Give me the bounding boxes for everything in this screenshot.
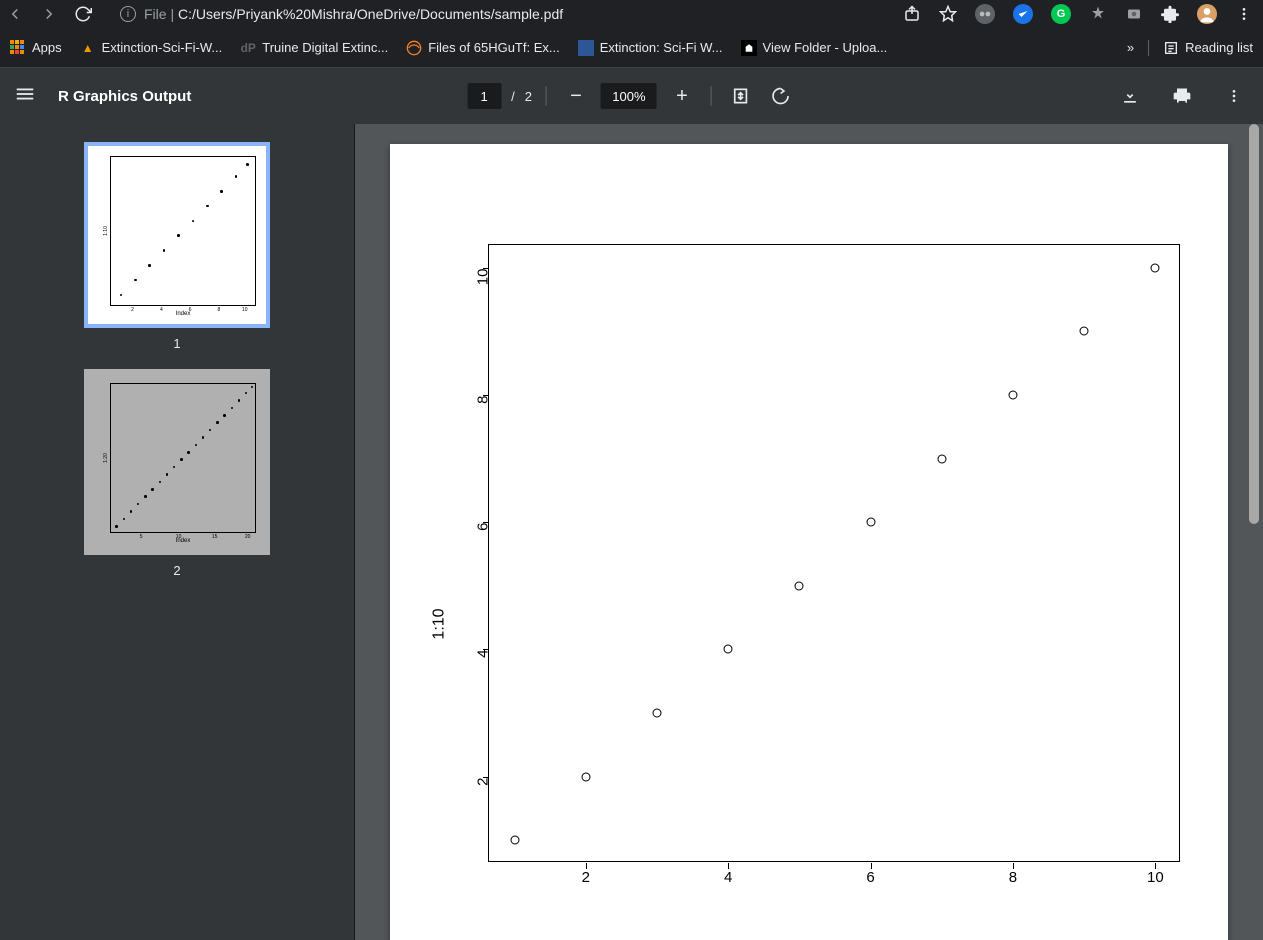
apps-shortcut[interactable]: Apps [10, 40, 62, 56]
back-button[interactable] [6, 5, 24, 23]
data-point [724, 645, 733, 654]
thumbnail-image: 1:10 Index 2 4 6 8 10 [84, 142, 270, 328]
bookmark-item[interactable]: Extinction: Sci-Fi W... [578, 40, 723, 56]
bookmark-item[interactable]: Files of 65HGuTf: Ex... [406, 40, 560, 56]
chart: 1:10 246810246810 [450, 244, 1190, 940]
separator [711, 86, 712, 106]
favicon-icon: ▲ [80, 40, 96, 56]
scrollbar-thumb[interactable] [1249, 124, 1259, 524]
bookmark-label: Files of 65HGuTf: Ex... [428, 40, 560, 55]
separator [546, 86, 547, 106]
data-point [581, 772, 590, 781]
zoom-level-input[interactable]: 100% [601, 83, 657, 109]
url-text: File | C:/Users/Priyank%20Mishra/OneDriv… [144, 6, 563, 22]
download-button[interactable] [1115, 81, 1145, 111]
thumbnail-label: 1 [173, 336, 180, 351]
y-tick-label: 10 [475, 268, 492, 292]
thumbnail-label: 2 [173, 563, 180, 578]
data-point [866, 518, 875, 527]
y-tick-label: 8 [475, 396, 492, 420]
x-tick-label: 10 [1147, 869, 1164, 886]
apps-label: Apps [32, 40, 62, 55]
data-point [795, 581, 804, 590]
bookmark-item[interactable]: dP Truine Digital Extinc... [240, 40, 388, 56]
thumbnail-image: 1:20 Index [84, 369, 270, 555]
browser-toolbar: i File | C:/Users/Priyank%20Mishra/OneDr… [0, 0, 1263, 28]
chart-y-label: 1:10 [431, 608, 449, 639]
document-viewport[interactable]: 1:10 246810246810 [355, 124, 1263, 940]
data-point [1151, 263, 1160, 272]
chrome-menu-icon[interactable] [1235, 5, 1253, 23]
bookmark-label: View Folder - Uploa... [763, 40, 888, 55]
toolbar-right [1115, 81, 1249, 111]
toolbar-right-icons: G [903, 4, 1257, 24]
reading-list-icon [1163, 40, 1179, 56]
main-area: 1:10 Index 2 4 6 8 10 [0, 124, 1263, 940]
x-tick-label: 2 [582, 869, 590, 886]
favicon-icon [578, 40, 594, 56]
extension-icon-2[interactable] [1013, 4, 1033, 24]
pdf-toolbar: R Graphics Output 1 / 2 − 100% + [0, 68, 1263, 124]
extension-icon-1[interactable] [975, 4, 995, 24]
bookmarks-overflow-icon[interactable]: » [1127, 40, 1134, 55]
extension-icon-4[interactable] [1089, 5, 1107, 23]
document-title: R Graphics Output [58, 88, 191, 105]
bookmarks-bar: Apps ▲ Extinction-Sci-Fi-W... dP Truine … [0, 28, 1263, 68]
data-point [1008, 391, 1017, 400]
x-tick-label: 8 [1009, 869, 1017, 886]
vertical-scrollbar[interactable] [1247, 124, 1261, 940]
sidebar-toggle-icon[interactable] [14, 83, 36, 110]
zoom-out-button[interactable]: − [561, 81, 591, 111]
x-tick-label: 4 [724, 869, 732, 886]
bookmark-label: Extinction: Sci-Fi W... [600, 40, 723, 55]
reload-button[interactable] [74, 5, 92, 23]
site-info-icon[interactable]: i [120, 6, 136, 22]
reading-list-label: Reading list [1185, 40, 1253, 55]
data-point [510, 836, 519, 845]
thumbnail-page-2[interactable]: 1:20 Index [84, 369, 270, 578]
bookmark-star-icon[interactable] [939, 5, 957, 23]
thumbnail-panel: 1:10 Index 2 4 6 8 10 [0, 124, 355, 940]
profile-avatar-icon[interactable] [1197, 4, 1217, 24]
page-total: 2 [525, 89, 532, 104]
forward-button[interactable] [40, 5, 58, 23]
plot-area: 246810246810 [488, 244, 1180, 862]
extension-icon-5[interactable] [1125, 5, 1143, 23]
toolbar-center: 1 / 2 − 100% + [467, 81, 796, 111]
data-point [1080, 327, 1089, 336]
share-icon[interactable] [903, 5, 921, 23]
y-tick-label: 4 [475, 650, 492, 674]
apps-icon [10, 40, 26, 56]
extension-icon-3[interactable]: G [1051, 4, 1071, 24]
bookmark-item[interactable]: View Folder - Uploa... [741, 40, 888, 56]
page-number-input[interactable]: 1 [467, 83, 501, 109]
bookmark-label: Truine Digital Extinc... [262, 40, 388, 55]
more-menu-button[interactable] [1219, 81, 1249, 111]
print-button[interactable] [1167, 81, 1197, 111]
favicon-icon: dP [240, 40, 256, 56]
reading-list-button[interactable]: Reading list [1148, 40, 1253, 56]
pdf-page-1: 1:10 246810246810 [390, 144, 1228, 940]
favicon-icon [741, 40, 757, 56]
rotate-button[interactable] [766, 81, 796, 111]
thumbnail-page-1[interactable]: 1:10 Index 2 4 6 8 10 [84, 142, 270, 351]
page-separator: / [511, 89, 515, 104]
x-tick-label: 6 [866, 869, 874, 886]
bookmark-item[interactable]: ▲ Extinction-Sci-Fi-W... [80, 40, 223, 56]
address-bar[interactable]: i File | C:/Users/Priyank%20Mishra/OneDr… [108, 6, 887, 22]
y-tick-label: 2 [475, 777, 492, 801]
extensions-icon[interactable] [1161, 5, 1179, 23]
bookmark-label: Extinction-Sci-Fi-W... [102, 40, 223, 55]
favicon-icon [406, 40, 422, 56]
y-tick-label: 6 [475, 523, 492, 547]
fit-page-button[interactable] [726, 81, 756, 111]
data-point [937, 454, 946, 463]
zoom-in-button[interactable]: + [667, 81, 697, 111]
data-point [653, 708, 662, 717]
